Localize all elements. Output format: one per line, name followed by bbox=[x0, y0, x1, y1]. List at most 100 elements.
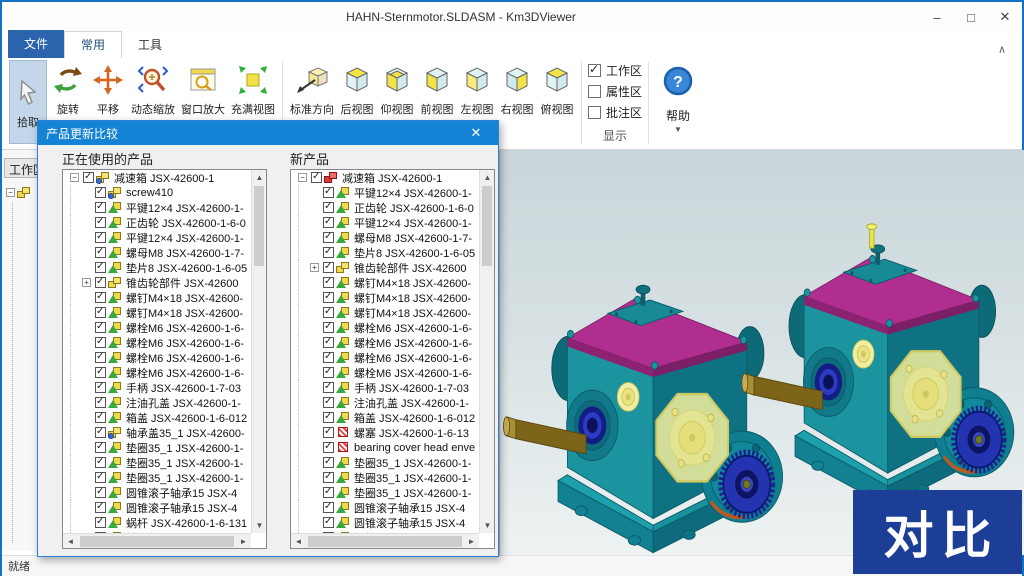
tree-item[interactable]: 螺栓M6 JSX-42600-1-6- bbox=[291, 335, 479, 350]
tree-item[interactable]: 垫圈35_1 JSX-42600-1- bbox=[63, 470, 251, 485]
scroll-down-icon[interactable]: ▼ bbox=[480, 518, 495, 533]
annotation-checkbox-row[interactable]: 批注区 bbox=[588, 102, 642, 123]
tree-item[interactable]: 螺钉M4×18 JSX-42600- bbox=[291, 275, 479, 290]
horizontal-scrollbar[interactable]: ◄ ► bbox=[291, 533, 479, 548]
tree-item[interactable]: 圆锥滚子轴承15 JSX-4 bbox=[63, 485, 251, 500]
checkbox[interactable] bbox=[83, 172, 94, 183]
checkbox[interactable] bbox=[95, 352, 106, 363]
left-view-button[interactable]: 左视图 bbox=[458, 60, 496, 119]
tree-item[interactable]: 圆锥滚子轴承15 JSX-4 bbox=[63, 500, 251, 515]
3d-model-right[interactable] bbox=[742, 224, 1014, 507]
tree-item[interactable]: 螺钉M4×18 JSX-42600- bbox=[63, 290, 251, 305]
tree-item[interactable]: 正齿轮 JSX-42600-1-6-0 bbox=[63, 215, 251, 230]
pan-button[interactable]: 平移 bbox=[89, 60, 127, 119]
tree-item[interactable]: 正齿轮 JSX-42600-1-6-0 bbox=[291, 200, 479, 215]
checkbox[interactable] bbox=[95, 337, 106, 348]
checkbox[interactable] bbox=[95, 397, 106, 408]
checkbox[interactable] bbox=[323, 247, 334, 258]
close-button[interactable]: ✕ bbox=[988, 3, 1022, 31]
checkbox[interactable] bbox=[95, 277, 106, 288]
checkbox[interactable] bbox=[323, 367, 334, 378]
checkbox[interactable] bbox=[323, 352, 334, 363]
tree-item[interactable]: 螺栓M6 JSX-42600-1-6- bbox=[63, 350, 251, 365]
tree-item[interactable]: 平键12×4 JSX-42600-1- bbox=[63, 200, 251, 215]
checkbox[interactable] bbox=[95, 367, 106, 378]
checkbox[interactable] bbox=[95, 217, 106, 228]
bottom-view-button[interactable]: 仰视图 bbox=[378, 60, 416, 119]
tree-item[interactable]: 螺栓M6 JSX-42600-1-6- bbox=[291, 365, 479, 380]
tree-item[interactable]: 注油孔盖 JSX-42600-1- bbox=[63, 395, 251, 410]
tree-item[interactable]: 垫片8 JSX-42600-1-6-05 bbox=[63, 260, 251, 275]
new-product-tree[interactable]: −减速箱 JSX-42600-1平键12×4 JSX-42600-1-正齿轮 J… bbox=[290, 169, 495, 549]
checkbox[interactable] bbox=[95, 292, 106, 303]
checkbox[interactable] bbox=[323, 322, 334, 333]
tree-item[interactable]: 螺栓M6 JSX-42600-1-6- bbox=[63, 335, 251, 350]
tree-item[interactable]: 螺栓M6 JSX-42600-1-6- bbox=[63, 365, 251, 380]
checkbox[interactable] bbox=[95, 472, 106, 483]
annotation-checkbox[interactable] bbox=[588, 106, 601, 119]
checkbox[interactable] bbox=[323, 217, 334, 228]
checkbox[interactable] bbox=[323, 277, 334, 288]
tree-item[interactable]: bearing cover head enve bbox=[291, 440, 479, 455]
checkbox[interactable] bbox=[95, 232, 106, 243]
tree-item[interactable]: 轴承盖35_1 JSX-42600- bbox=[63, 425, 251, 440]
checkbox[interactable] bbox=[95, 412, 106, 423]
scroll-left-icon[interactable]: ◄ bbox=[63, 534, 78, 549]
checkbox[interactable] bbox=[323, 412, 334, 423]
checkbox[interactable] bbox=[323, 442, 334, 453]
vertical-scrollbar[interactable]: ▲ ▼ bbox=[251, 170, 266, 533]
checkbox[interactable] bbox=[323, 487, 334, 498]
help-button[interactable]: ? 帮助 ▼ bbox=[661, 60, 695, 134]
window-zoom-button[interactable]: 窗口放大 bbox=[179, 60, 227, 119]
checkbox[interactable] bbox=[323, 517, 334, 528]
tree-item[interactable]: 圆锥滚子轴承15 JSX-4 bbox=[291, 500, 479, 515]
tab-file[interactable]: 文件 bbox=[8, 30, 64, 58]
minimize-button[interactable]: – bbox=[920, 3, 954, 31]
tree-item[interactable]: 蜗杆 JSX-42600-1-6-131 bbox=[63, 515, 251, 530]
maximize-button[interactable]: □ bbox=[954, 3, 988, 31]
vertical-scrollbar[interactable]: ▲ ▼ bbox=[479, 170, 494, 533]
checkbox[interactable] bbox=[95, 247, 106, 258]
expander-icon[interactable]: − bbox=[298, 173, 307, 182]
workspace-checkbox-row[interactable]: 工作区 bbox=[588, 60, 642, 81]
tree-item[interactable]: 垫片8 JSX-42600-1-6-05 bbox=[291, 245, 479, 260]
tab-tools[interactable]: 工具 bbox=[122, 32, 178, 58]
checkbox[interactable] bbox=[95, 442, 106, 453]
tree-item[interactable]: 螺钉M4×18 JSX-42600- bbox=[291, 290, 479, 305]
tree-item[interactable]: 平键12×4 JSX-42600-1- bbox=[291, 215, 479, 230]
tree-item[interactable]: +锥齿轮部件 JSX-42600 bbox=[63, 275, 251, 290]
tree-item[interactable]: 螺栓M6 JSX-42600-1-6- bbox=[63, 320, 251, 335]
checkbox[interactable] bbox=[95, 262, 106, 273]
dialog-close-icon[interactable]: ✕ bbox=[462, 125, 490, 141]
3d-model-left[interactable] bbox=[503, 285, 782, 552]
tree-item[interactable]: 平键12×4 JSX-42600-1- bbox=[63, 230, 251, 245]
tree-item[interactable]: 垫圈35_1 JSX-42600-1- bbox=[63, 440, 251, 455]
checkbox[interactable] bbox=[95, 502, 106, 513]
checkbox[interactable] bbox=[323, 502, 334, 513]
tree-item[interactable]: 螺栓M6 JSX-42600-1-6- bbox=[291, 320, 479, 335]
tree-item[interactable]: 手柄 JSX-42600-1-7-03 bbox=[291, 380, 479, 395]
fit-view-button[interactable]: 充满视图 bbox=[229, 60, 277, 119]
scroll-up-icon[interactable]: ▲ bbox=[480, 170, 495, 185]
tree-item[interactable]: 垫圈35_1 JSX-42600-1- bbox=[291, 470, 479, 485]
scroll-right-icon[interactable]: ► bbox=[464, 534, 479, 549]
tree-item[interactable]: 箱盖 JSX-42600-1-6-012 bbox=[291, 410, 479, 425]
scrollbar-thumb[interactable] bbox=[254, 186, 264, 266]
checkbox[interactable] bbox=[95, 487, 106, 498]
checkbox[interactable] bbox=[323, 232, 334, 243]
tree-item[interactable]: 螺钉M4×18 JSX-42600- bbox=[63, 305, 251, 320]
dialog-title-bar[interactable]: 产品更新比较 ✕ bbox=[38, 121, 498, 145]
workspace-tree-root[interactable]: − bbox=[6, 186, 35, 199]
tree-item[interactable]: 注油孔盖 JSX-42600-1- bbox=[291, 395, 479, 410]
tab-home[interactable]: 常用 bbox=[64, 31, 122, 58]
checkbox[interactable] bbox=[95, 187, 106, 198]
checkbox[interactable] bbox=[323, 382, 334, 393]
tree-item[interactable]: 平键12×4 JSX-42600-1- bbox=[291, 185, 479, 200]
checkbox[interactable] bbox=[95, 427, 106, 438]
scrollbar-thumb[interactable] bbox=[80, 536, 234, 547]
dynamic-zoom-button[interactable]: 动态缩放 bbox=[129, 60, 177, 119]
tree-item[interactable]: +锥齿轮部件 JSX-42600 bbox=[291, 260, 479, 275]
scroll-left-icon[interactable]: ◄ bbox=[291, 534, 306, 549]
tree-item[interactable]: −减速箱 JSX-42600-1 bbox=[291, 170, 479, 185]
tree-item[interactable]: 垫圈35_1 JSX-42600-1- bbox=[291, 485, 479, 500]
